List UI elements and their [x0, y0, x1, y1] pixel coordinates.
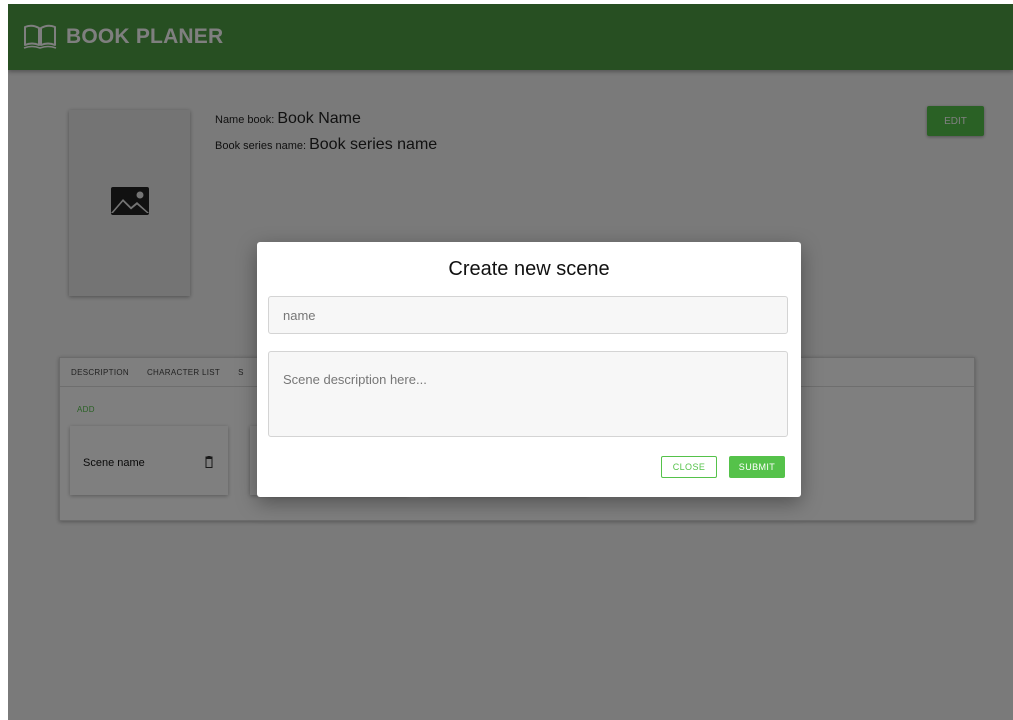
app-root: BOOK PLANER Name book: Book Name Book se…: [8, 4, 1013, 720]
scene-name-input[interactable]: [268, 296, 788, 334]
dialog-title: Create new scene: [448, 258, 610, 280]
create-scene-dialog: Create new scene CLOSE SUBMIT: [257, 242, 801, 497]
scene-description-input[interactable]: [268, 351, 788, 437]
close-button[interactable]: CLOSE: [661, 456, 717, 478]
submit-button[interactable]: SUBMIT: [729, 456, 785, 478]
